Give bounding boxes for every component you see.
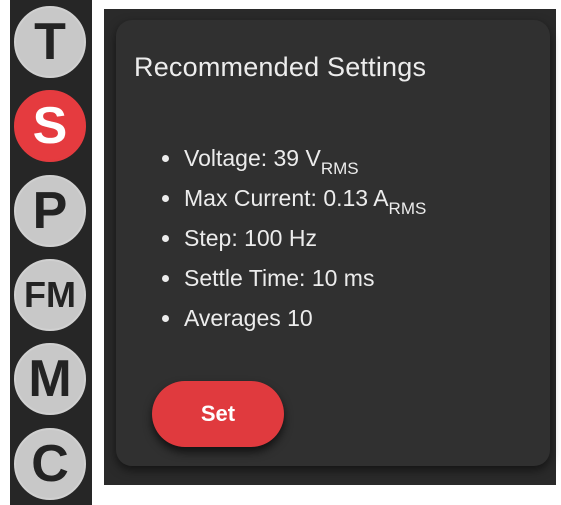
nav-button-label: T (34, 13, 66, 71)
nav-button-p[interactable]: P (14, 175, 86, 247)
setting-text: Max Current: 0.13 A (184, 185, 389, 211)
setting-voltage: Voltage: 39 VRMS (161, 138, 426, 178)
setting-text: Settle Time: 10 ms (184, 265, 375, 291)
setting-text: Averages 10 (184, 305, 313, 331)
unit-subscript: RMS (320, 159, 359, 178)
nav-button-t[interactable]: T (14, 6, 86, 78)
unit-subscript: RMS (388, 199, 427, 218)
nav-button-label: FM (24, 274, 76, 315)
setting-averages: Averages 10 (161, 298, 426, 338)
recommended-settings-card: Recommended Settings Voltage: 39 VRMS Ma… (116, 20, 550, 466)
setting-max-current: Max Current: 0.13 ARMS (161, 178, 427, 218)
nav-button-label: C (31, 435, 69, 493)
nav-button-label: P (32, 182, 68, 240)
setting-text: Step: 100 Hz (184, 225, 317, 251)
nav-button-fm[interactable]: FM (14, 259, 86, 331)
nav-button-m[interactable]: M (14, 343, 86, 415)
setting-text: Voltage: 39 V (184, 145, 321, 171)
nav-button-c[interactable]: C (14, 428, 86, 500)
nav-button-s[interactable]: S (14, 90, 86, 162)
nav-button-label: S (32, 97, 68, 155)
card-title: Recommended Settings (134, 52, 427, 82)
setting-settle-time: Settle Time: 10 ms (161, 258, 426, 298)
set-button[interactable]: Set (152, 381, 284, 447)
setting-step: Step: 100 Hz (161, 218, 426, 258)
settings-list: Voltage: 39 VRMS Max Current: 0.13 ARMS … (161, 138, 427, 338)
nav-button-label: M (28, 350, 72, 408)
nav-rail: T S P FM M C (10, 0, 92, 505)
